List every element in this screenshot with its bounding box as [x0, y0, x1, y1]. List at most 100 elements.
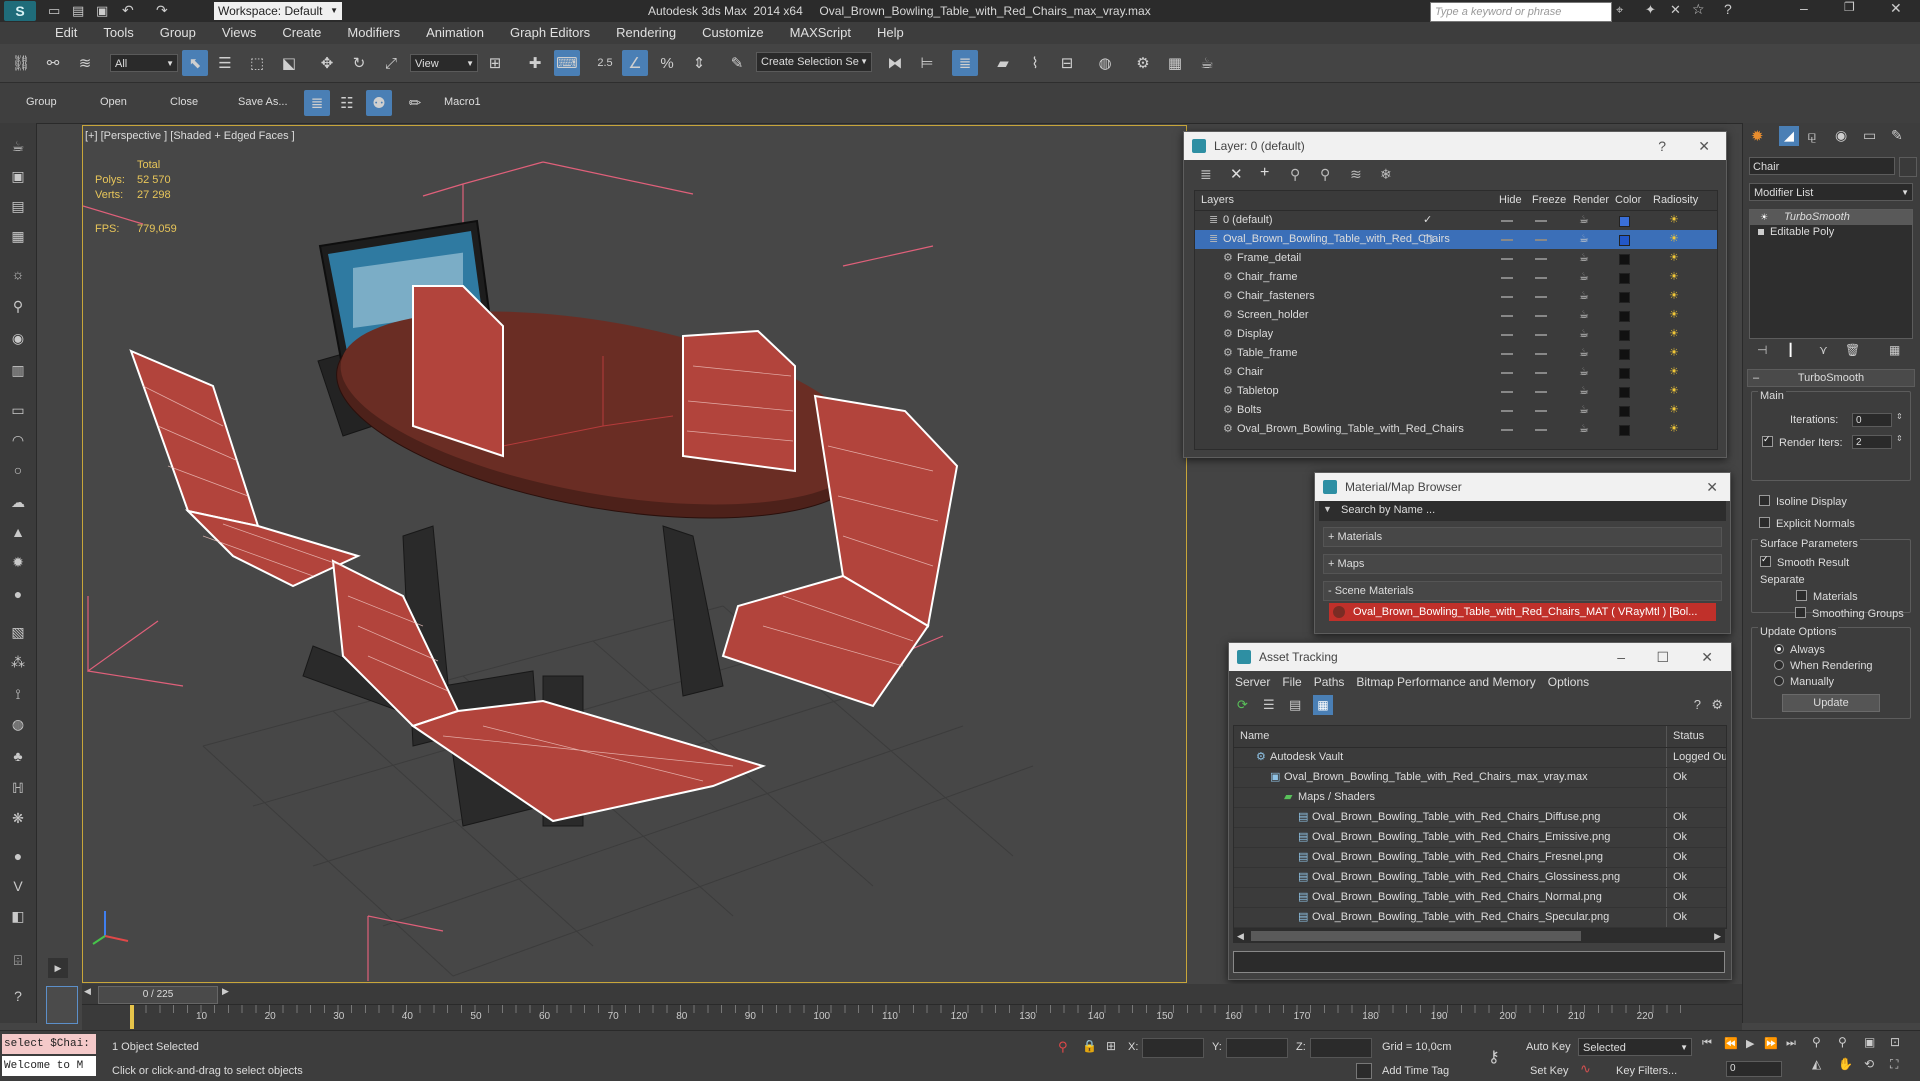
render-icon[interactable]: ◧	[7, 905, 29, 927]
ribbon-macro-button[interactable]: Macro1	[444, 96, 481, 108]
thumbnail-view-icon[interactable]: ▤	[1289, 697, 1301, 713]
table-view-icon[interactable]: ▦	[1313, 695, 1333, 715]
window-crossing-icon[interactable]: ⬕	[276, 50, 302, 76]
asset-menu-paths[interactable]: Paths	[1314, 675, 1345, 689]
menu-create[interactable]: Create	[269, 22, 334, 44]
perspective-viewport[interactable]: [+] [Perspective ] [Shaded + Edged Faces…	[82, 125, 1187, 983]
smooth-result-checkbox[interactable]: Smooth Result	[1760, 554, 1849, 569]
update-always-radio[interactable]: Always	[1774, 644, 1825, 656]
ribbon-scene-explorer-icon[interactable]: ⚉	[366, 90, 392, 116]
asset-row[interactable]: ▣ Oval_Brown_Bowling_Table_with_Red_Chair…	[1234, 768, 1726, 788]
col-color[interactable]: Color	[1615, 191, 1641, 210]
sun-icon[interactable]: ✹	[7, 551, 29, 573]
particle-icon[interactable]: ⁂	[7, 651, 29, 673]
layer-color-swatch[interactable]	[1619, 368, 1630, 379]
layer-row[interactable]: ⚙ Table_frame ☕ ☀	[1195, 344, 1717, 363]
app-logo-icon[interactable]: S	[4, 1, 36, 21]
asset-row[interactable]: ▤ Oval_Brown_Bowling_Table_with_Red_Chair…	[1234, 828, 1726, 848]
isolate-icon[interactable]: ⚲	[1058, 1039, 1068, 1055]
edit-named-selection-icon[interactable]: ✎	[724, 50, 750, 76]
layer-help-icon[interactable]: ?	[1658, 132, 1666, 160]
asset-scrollbar[interactable]: ◀ ▶	[1233, 929, 1725, 943]
list-view-icon[interactable]: ☰	[1263, 697, 1275, 713]
highlight-selected-icon[interactable]: ⚲	[1320, 166, 1330, 183]
close-button[interactable]: ✕	[1890, 0, 1902, 17]
layer-color-swatch[interactable]	[1619, 425, 1630, 436]
new-layer-icon[interactable]: ≣	[1200, 166, 1212, 183]
ball-icon[interactable]: ●	[7, 845, 29, 867]
light-icon[interactable]: ☼	[7, 263, 29, 285]
clipboard-icon[interactable]: ▤	[7, 195, 29, 217]
ribbon-list-icon[interactable]: ☷	[334, 90, 360, 116]
col-layers[interactable]: Layers	[1201, 191, 1234, 210]
freeze-toggle[interactable]	[1535, 391, 1547, 393]
teapot-icon[interactable]: ☕	[1579, 325, 1589, 344]
percent-snap-icon[interactable]: %	[654, 50, 680, 76]
snaps-toggle-icon[interactable]: 2.5	[592, 50, 618, 76]
material-section-maps[interactable]: + Maps	[1323, 554, 1722, 574]
freeze-toggle[interactable]	[1535, 410, 1547, 412]
layer-row[interactable]: ≣ Oval_Brown_Bowling_Table_with_Red_Chair…	[1195, 230, 1717, 249]
layer-row[interactable]: ⚙ Chair_frame ☕ ☀	[1195, 268, 1717, 287]
layer-color-swatch[interactable]	[1619, 216, 1630, 227]
menu-modifiers[interactable]: Modifiers	[334, 22, 413, 44]
freeze-toggle[interactable]	[1535, 315, 1547, 317]
radiosity-icon[interactable]: ☀	[1669, 382, 1679, 401]
radiosity-icon[interactable]: ☀	[1669, 344, 1679, 363]
plant-icon[interactable]: ♣	[7, 745, 29, 767]
scroll-thumb[interactable]	[1251, 931, 1581, 941]
add-to-layer-icon[interactable]: +	[1260, 164, 1269, 182]
radiosity-icon[interactable]: ☀	[1669, 420, 1679, 439]
ribbon-open-button[interactable]: Open	[100, 96, 127, 108]
asset-tracking-titlebar[interactable]: Asset Tracking – ☐ ✕	[1229, 643, 1731, 671]
rect-selection-icon[interactable]: ⬚	[244, 50, 270, 76]
hide-toggle[interactable]	[1501, 258, 1513, 260]
key-icon[interactable]: ⚷	[1488, 1047, 1500, 1067]
time-slider-left-icon[interactable]: ◀	[84, 986, 91, 997]
refresh-icon[interactable]: ⟳	[1237, 697, 1248, 713]
layer-row[interactable]: ⚙ Chair ☕ ☀	[1195, 363, 1717, 382]
film-icon[interactable]: ▥	[7, 359, 29, 381]
chevron-down-icon[interactable]: ▼	[1323, 504, 1332, 514]
orbit-icon[interactable]: ⟲	[1864, 1057, 1874, 1071]
asset-close-icon[interactable]: ✕	[1701, 643, 1713, 671]
teapot-icon[interactable]: ☕	[1579, 268, 1589, 287]
update-button[interactable]: Update	[1782, 694, 1880, 712]
layer-row[interactable]: ⚙ Tabletop ☕ ☀	[1195, 382, 1717, 401]
link-icon[interactable]: ⛓	[8, 50, 34, 76]
mirror-icon[interactable]: ⧓	[882, 50, 908, 76]
layer-row[interactable]: ⚙ Bolts ☕ ☀	[1195, 401, 1717, 420]
texture-icon[interactable]: ❋	[7, 807, 29, 829]
radiosity-icon[interactable]: ☀	[1669, 325, 1679, 344]
radiosity-icon[interactable]: ☀	[1669, 363, 1679, 382]
separate-materials-checkbox[interactable]: Materials	[1796, 590, 1858, 603]
redo-icon[interactable]: ↷	[156, 2, 168, 19]
restore-button[interactable]: ❐	[1844, 0, 1855, 14]
asset-row[interactable]: ▤ Oval_Brown_Bowling_Table_with_Red_Chair…	[1234, 888, 1726, 908]
spinner-snap-icon[interactable]: ⇕	[686, 50, 712, 76]
explicit-normals-checkbox[interactable]: Explicit Normals	[1759, 517, 1855, 530]
field-of-view-icon[interactable]: ◭	[1812, 1057, 1821, 1071]
hide-toggle[interactable]	[1501, 372, 1513, 374]
question-icon[interactable]: ?	[7, 985, 29, 1007]
layer-row[interactable]: ⚙ Screen_holder ☕ ☀	[1195, 306, 1717, 325]
key-selection-dropdown[interactable]: Selected ▼	[1578, 1038, 1692, 1056]
expand-arrow-icon[interactable]: ▶	[48, 958, 68, 978]
selection-filter-dropdown[interactable]: All ▼	[110, 54, 178, 72]
sphere-icon[interactable]: ○	[7, 459, 29, 481]
vray-icon[interactable]: V	[7, 875, 29, 897]
rollout-header[interactable]: – TurboSmooth	[1747, 369, 1915, 387]
asset-col-status[interactable]: Status	[1666, 726, 1704, 747]
hierarchy-tab-icon[interactable]: ⚼	[1807, 127, 1817, 144]
y-coord-field[interactable]	[1226, 1038, 1288, 1058]
material-editor-icon[interactable]: ◍	[1092, 50, 1118, 76]
freeze-toggle[interactable]	[1535, 353, 1547, 355]
teapot-icon[interactable]: ☕	[1579, 344, 1589, 363]
ribbon-layer-icon[interactable]: ≣	[304, 90, 330, 116]
layer-row[interactable]: ⚙ Display ☕ ☀	[1195, 325, 1717, 344]
next-frame-icon[interactable]: ⏩	[1764, 1037, 1778, 1050]
menu-edit[interactable]: Edit	[42, 22, 90, 44]
layer-color-swatch[interactable]	[1619, 235, 1630, 246]
asset-row[interactable]: ⚙ Autodesk Vault Logged Ou	[1234, 748, 1726, 768]
freeze-all-icon[interactable]: ❄	[1380, 166, 1392, 183]
